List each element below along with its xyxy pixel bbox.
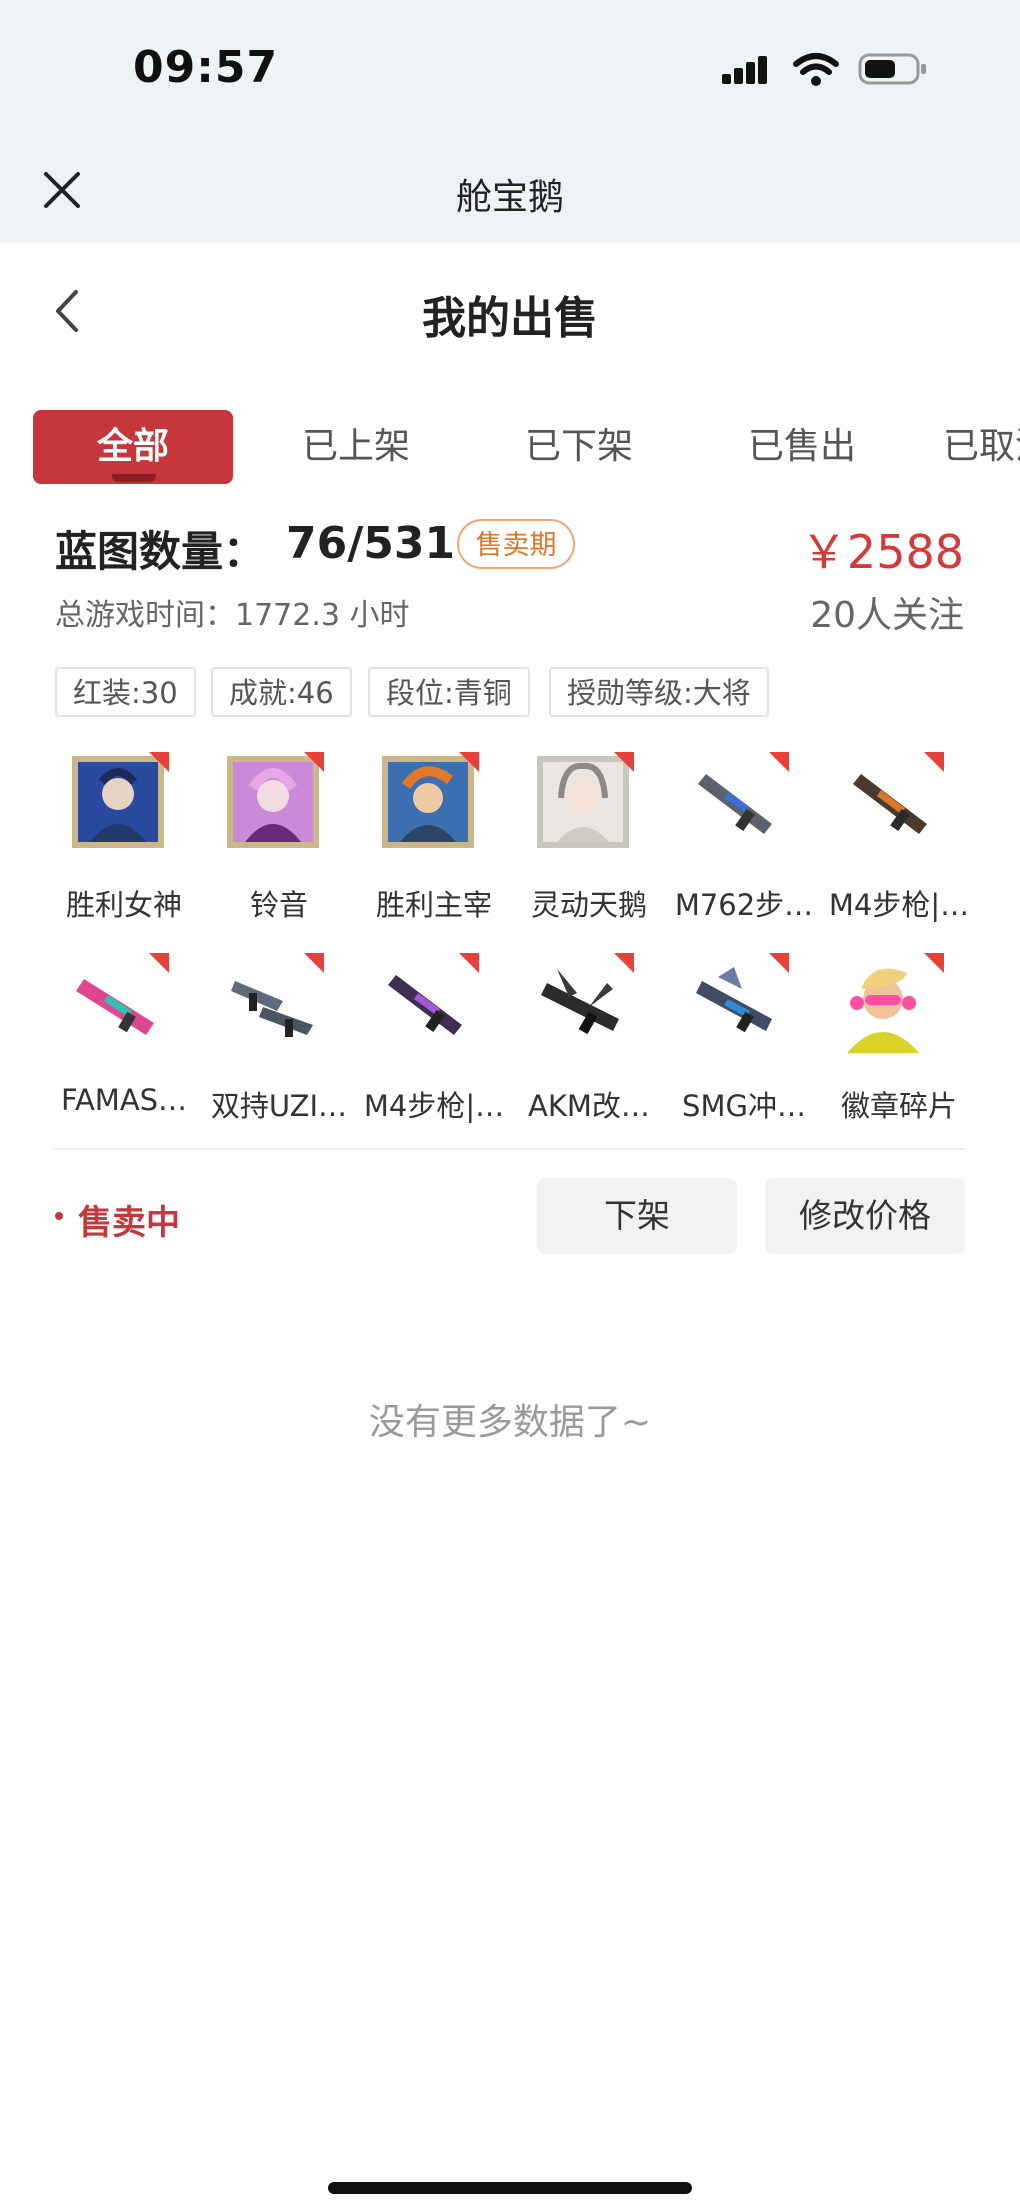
character-portrait-icon [847,968,919,1053]
item-label: 胜利主宰 [375,888,492,922]
red-corner-marker [924,953,944,973]
blueprint-label: 蓝图数量： [55,527,266,576]
red-corner-marker [304,953,324,973]
listing-price: ￥2588 [800,525,964,579]
red-corner-marker [149,752,169,772]
red-corner-marker [769,953,789,973]
edit-price-button[interactable]: 修改价格 [765,1178,965,1254]
item-label: 灵动天鹅 [530,888,647,922]
item-label: AKM改… [528,1089,650,1123]
cellular-signal-icon [722,56,767,84]
wifi-icon [793,53,839,86]
item-label: FAMAS… [60,1083,188,1117]
tab-delisted[interactable]: 已下架 [479,410,679,484]
watcher-count: 20人关注 [810,595,964,636]
item-label: 徽章碎片 [840,1089,957,1123]
blueprint-count: 76/531 [286,518,456,569]
no-more-data-text: 没有更多数据了~ [368,1402,652,1443]
tab-sold[interactable]: 已售出 [702,410,902,484]
status-dot [55,1212,63,1220]
tag-achievements: 成就:46 [211,667,352,717]
battery-icon [858,53,926,85]
tab-cancelled[interactable]: 已取消 [925,410,1020,484]
status-time: 09:57 [133,42,279,93]
tab-active-indicator [112,474,156,482]
red-corner-marker [924,752,944,772]
tag-rank: 段位:青铜 [368,667,530,717]
item-label: M4步枪|… [363,1089,505,1123]
tag-honor-level: 授勋等级:大将 [549,667,769,717]
total-playtime: 总游戏时间：1772.3 小时 [55,598,410,633]
item-label: M4步枪|… [828,888,970,922]
section-divider [53,1148,966,1150]
sale-period-badge: 售卖期 [457,519,575,569]
delist-button[interactable]: 下架 [537,1178,737,1254]
item-label: 双持UZI… [210,1089,348,1123]
red-corner-marker [769,752,789,772]
red-corner-marker [614,953,634,973]
sale-status: 售卖中 [78,1203,180,1243]
home-indicator[interactable] [328,2182,692,2194]
item-label: M762步… [674,888,814,922]
item-label: 铃音 [249,888,308,922]
app-title: 舱宝鹅 [455,177,564,218]
item-label: 胜利女神 [65,888,182,922]
red-corner-marker [459,752,479,772]
red-corner-marker [614,752,634,772]
red-corner-marker [304,752,324,772]
page-title: 我的出售 [422,293,598,344]
tab-all[interactable]: 全部 [33,410,233,484]
red-corner-marker [459,953,479,973]
tab-listed[interactable]: 已上架 [256,410,456,484]
item-label: SMG冲… [682,1089,806,1123]
tag-red-gear: 红装:30 [55,667,196,717]
red-corner-marker [149,953,169,973]
